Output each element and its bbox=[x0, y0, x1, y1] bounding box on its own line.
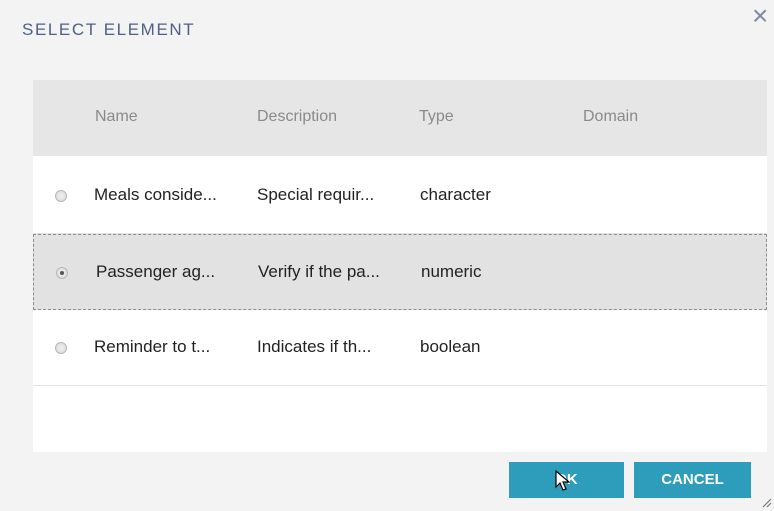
cell-name: Meals conside... bbox=[94, 185, 217, 204]
resize-grip-icon[interactable] bbox=[762, 498, 772, 508]
cell-description: Verify if the pa... bbox=[258, 262, 380, 281]
cell-description: Special requir... bbox=[257, 185, 375, 204]
radio-button[interactable] bbox=[55, 342, 67, 354]
column-header-type[interactable]: Type bbox=[419, 108, 454, 126]
cell-name: Reminder to t... bbox=[94, 337, 211, 356]
close-icon[interactable]: × bbox=[752, 2, 768, 30]
elements-table: Name Description Type Domain Meals consi… bbox=[33, 80, 767, 452]
column-header-description[interactable]: Description bbox=[257, 108, 337, 126]
mouse-pointer-icon bbox=[555, 470, 571, 491]
cancel-button[interactable]: CANCEL bbox=[634, 462, 751, 498]
cell-type: numeric bbox=[421, 262, 482, 281]
cell-name: Passenger ag... bbox=[96, 262, 216, 281]
cell-type: boolean bbox=[420, 337, 481, 356]
radio-button-selected[interactable] bbox=[56, 267, 68, 279]
table-row[interactable]: Reminder to t... Indicates if th... bool… bbox=[33, 310, 767, 386]
cell-type: character bbox=[420, 185, 491, 204]
radio-button[interactable] bbox=[55, 190, 67, 202]
column-header-domain[interactable]: Domain bbox=[583, 108, 638, 126]
column-header-name[interactable]: Name bbox=[95, 108, 138, 126]
select-element-dialog: SELECT ELEMENT × Name Description Type D… bbox=[0, 0, 774, 511]
table-row[interactable]: Meals conside... Special requir... chara… bbox=[33, 158, 767, 234]
cell-description: Indicates if th... bbox=[257, 337, 372, 356]
table-row-selected[interactable]: Passenger ag... Verify if the pa... nume… bbox=[33, 234, 767, 310]
dialog-title: SELECT ELEMENT bbox=[22, 20, 196, 39]
table-header: Name Description Type Domain bbox=[33, 80, 767, 156]
